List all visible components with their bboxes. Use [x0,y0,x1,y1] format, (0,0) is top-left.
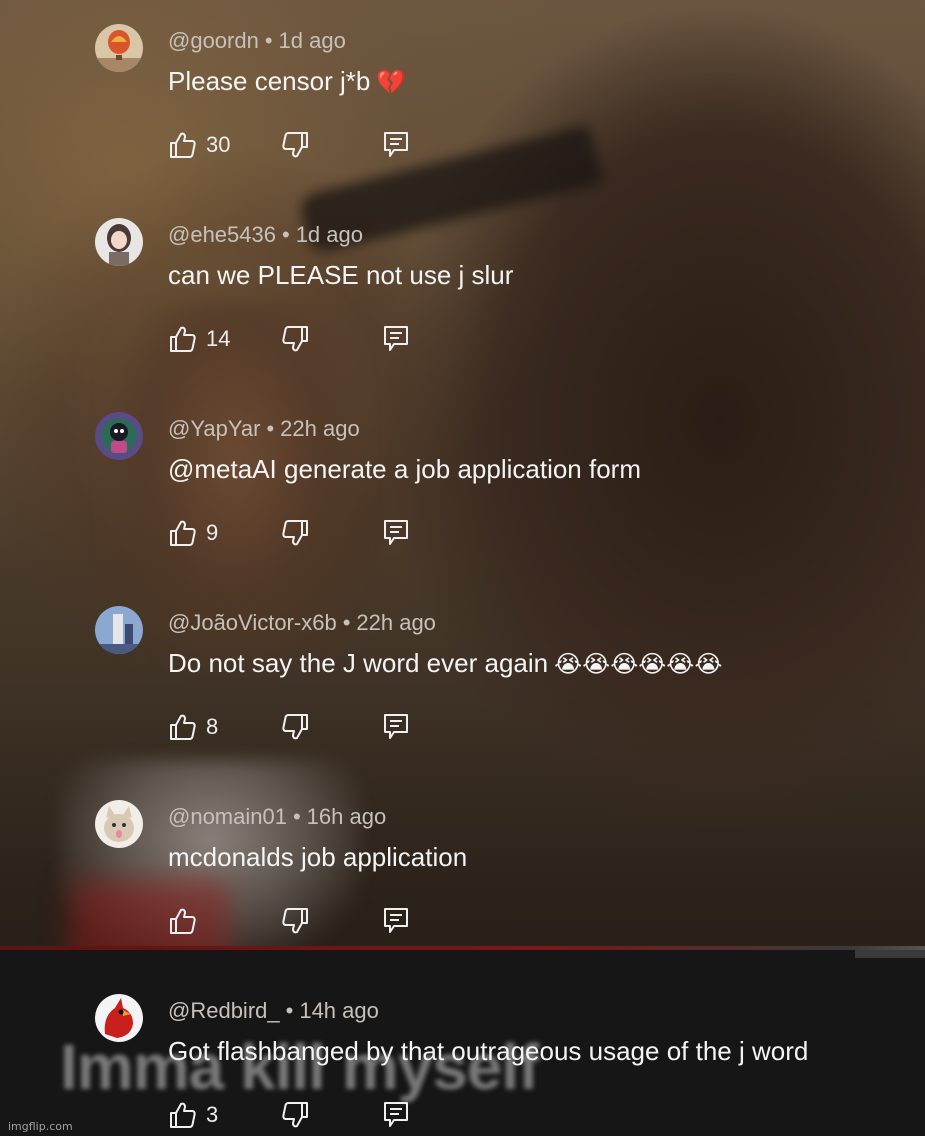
comment: @JoãoVictor-x6b • 22h ago Do not say the J… [0,582,925,776]
thumbs-down-icon [280,518,310,548]
reply-icon [382,518,410,548]
dislike-button[interactable] [280,322,312,356]
comment-text: Do not say the J word ever again [168,648,549,678]
thumbs-down-icon [280,906,310,936]
comment-text: Got flashbanged by that outrageous usage… [168,1036,809,1066]
comment-actions: 9 [168,516,428,550]
dislike-button[interactable] [280,710,312,744]
comment-text-row: can we PLEASE not use j slur [168,260,519,291]
like-button[interactable]: 14 [168,322,230,356]
character-icon [95,412,143,460]
comment-text-row: mcdonalds job application [168,842,473,873]
comment: @YapYar • 22h ago @metaAI generate a job a… [0,388,925,582]
dislike-button[interactable] [280,904,312,938]
like-count: 9 [206,520,219,545]
dislike-button[interactable] [280,516,312,550]
comment-time: 1d ago [295,222,363,247]
like-button[interactable]: 30 [168,128,230,162]
thumbs-down-icon [280,324,310,354]
reply-button[interactable] [382,322,412,356]
reply-button[interactable] [382,710,412,744]
comment-author[interactable]: @goordn [168,28,259,53]
comment-text: can we PLEASE not use j slur [168,260,514,290]
comment-actions: 3 [168,1098,428,1132]
hot-air-balloon-icon [95,24,143,72]
comment-text: @metaAI generate a job application form [168,454,641,484]
comment-actions: 8 [168,710,428,744]
comment: @ehe5436 • 1d ago can we PLEASE not use j … [0,194,925,388]
reply-icon [382,906,410,936]
user-avatar[interactable] [95,24,143,72]
thumbs-up-icon [168,324,198,354]
comment-time: 1d ago [278,28,346,53]
comment-meta: @goordn • 1d ago [168,28,346,53]
thumbs-up-icon [168,1100,198,1130]
reply-button[interactable] [382,516,412,550]
comment-text: mcdonalds job application [168,842,468,872]
dislike-button[interactable] [280,128,312,162]
thumbs-down-icon [280,712,310,742]
comment-meta: @ehe5436 • 1d ago [168,222,363,247]
comment-emoji: 😭😭😭😭😭😭 [554,651,723,678]
comment-actions [168,904,428,938]
anime-girl-icon [95,218,143,266]
user-avatar[interactable] [95,606,143,654]
comment-author[interactable]: @Redbird_ [168,998,280,1023]
comment-meta: @JoãoVictor-x6b • 22h ago [168,610,436,635]
thumbs-up-icon [168,712,198,742]
thumbs-up-icon [168,130,198,160]
user-avatar[interactable] [95,994,143,1042]
reply-button[interactable] [382,128,412,162]
like-button[interactable]: 8 [168,710,218,744]
comment-actions: 30 [168,128,428,162]
comment-meta: @nomain01 • 16h ago [168,804,387,829]
comment: @Redbird_ • 14h ago Got flashbanged by tha… [0,970,925,1136]
comment-emoji: 💔 [376,69,407,96]
comment: @goordn • 1d ago Please censor j*b 💔 30 [0,0,925,194]
comment: @nomain01 • 16h ago mcdonalds job applicat… [0,776,925,970]
reply-icon [382,130,410,160]
comment-author[interactable]: @JoãoVictor-x6b [168,610,337,635]
like-count: 14 [206,326,231,351]
building-icon [95,606,143,654]
dislike-button[interactable] [280,1098,312,1132]
like-count: 30 [206,132,231,157]
thumbs-down-icon [280,130,310,160]
like-button[interactable]: 3 [168,1098,218,1132]
comment-author[interactable]: @nomain01 [168,804,287,829]
reply-icon [382,712,410,742]
reply-button[interactable] [382,1098,412,1132]
thumbs-up-icon [168,906,198,936]
comment-time: 22h ago [356,610,436,635]
comment-actions: 14 [168,322,428,356]
like-button[interactable] [168,904,206,938]
cat-icon [95,800,143,848]
like-button[interactable]: 9 [168,516,218,550]
user-avatar[interactable] [95,412,143,460]
thumbs-down-icon [280,1100,310,1130]
comment-meta: @YapYar • 22h ago [168,416,360,441]
like-count: 8 [206,714,219,739]
user-avatar[interactable] [95,218,143,266]
reply-icon [382,324,410,354]
comment-author[interactable]: @YapYar [168,416,260,441]
comment-time: 14h ago [299,998,379,1023]
thumbs-up-icon [168,518,198,548]
reply-button[interactable] [382,904,412,938]
like-count: 3 [206,1102,219,1127]
comment-text: Please censor j*b [168,66,371,96]
user-avatar[interactable] [95,800,143,848]
comment-text-row: @metaAI generate a job application form [168,454,647,485]
comment-meta: @Redbird_ • 14h ago [168,998,379,1023]
comment-text-row: Do not say the J word ever again 😭😭😭😭😭😭 [168,648,722,679]
comment-text-row: Got flashbanged by that outrageous usage… [168,1036,814,1067]
reply-icon [382,1100,410,1130]
comment-time: 16h ago [306,804,387,829]
comment-author[interactable]: @ehe5436 [168,222,276,247]
comment-text-row: Please censor j*b 💔 [168,66,406,97]
comments-list: @goordn•1d ago Please censor j*b💔 30 [0,0,925,1136]
cardinal-icon [95,994,143,1042]
comment-time: 22h ago [280,416,360,441]
